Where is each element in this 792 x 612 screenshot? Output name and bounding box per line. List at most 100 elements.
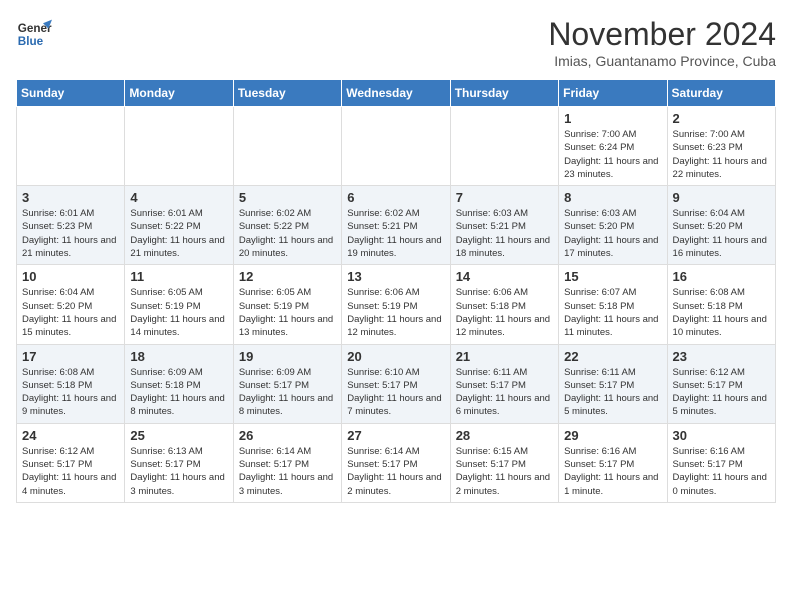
day-number: 5 [239, 190, 336, 205]
day-info: Sunrise: 7:00 AM Sunset: 6:24 PM Dayligh… [564, 128, 661, 181]
day-number: 13 [347, 269, 444, 284]
day-number: 2 [673, 111, 770, 126]
calendar-cell: 22Sunrise: 6:11 AM Sunset: 5:17 PM Dayli… [559, 344, 667, 423]
calendar-table: SundayMondayTuesdayWednesdayThursdayFrid… [16, 79, 776, 503]
day-info: Sunrise: 6:08 AM Sunset: 5:18 PM Dayligh… [22, 366, 119, 419]
day-info: Sunrise: 6:14 AM Sunset: 5:17 PM Dayligh… [347, 445, 444, 498]
day-info: Sunrise: 6:01 AM Sunset: 5:23 PM Dayligh… [22, 207, 119, 260]
day-info: Sunrise: 6:11 AM Sunset: 5:17 PM Dayligh… [456, 366, 553, 419]
day-number: 7 [456, 190, 553, 205]
calendar-cell: 25 Sunrise: 6:13 AM Sunset: 5:17 PM Dayli… [125, 423, 233, 502]
calendar-cell: 1 Sunrise: 7:00 AM Sunset: 6:24 PM Daylig… [559, 107, 667, 186]
weekday-header-sunday: Sunday [17, 80, 125, 107]
day-number: 1 [564, 111, 661, 126]
title-block: November 2024 Imias, Guantanamo Province… [548, 16, 776, 69]
day-number: 17 [22, 349, 119, 364]
calendar-cell: 23Sunrise: 6:12 AM Sunset: 5:17 PM Dayli… [667, 344, 775, 423]
day-number: 16 [673, 269, 770, 284]
day-info: Sunrise: 6:05 AM Sunset: 5:19 PM Dayligh… [130, 286, 227, 339]
calendar-week-row: 3 Sunrise: 6:01 AM Sunset: 5:23 PM Daylig… [17, 186, 776, 265]
day-number: 11 [130, 269, 227, 284]
day-number: 18 [130, 349, 227, 364]
day-info: Sunrise: 6:03 AM Sunset: 5:20 PM Dayligh… [564, 207, 661, 260]
day-info: Sunrise: 6:09 AM Sunset: 5:17 PM Dayligh… [239, 366, 336, 419]
day-info: Sunrise: 6:02 AM Sunset: 5:22 PM Dayligh… [239, 207, 336, 260]
day-number: 28 [456, 428, 553, 443]
calendar-cell: 26 Sunrise: 6:14 AM Sunset: 5:17 PM Dayli… [233, 423, 341, 502]
calendar-cell: 30 Sunrise: 6:16 AM Sunset: 5:17 PM Dayli… [667, 423, 775, 502]
day-info: Sunrise: 6:01 AM Sunset: 5:22 PM Dayligh… [130, 207, 227, 260]
day-info: Sunrise: 6:05 AM Sunset: 5:19 PM Dayligh… [239, 286, 336, 339]
day-number: 29 [564, 428, 661, 443]
day-info: Sunrise: 6:16 AM Sunset: 5:17 PM Dayligh… [673, 445, 770, 498]
day-number: 10 [22, 269, 119, 284]
day-info: Sunrise: 6:09 AM Sunset: 5:18 PM Dayligh… [130, 366, 227, 419]
calendar-cell: 13 Sunrise: 6:06 AM Sunset: 5:19 PM Dayli… [342, 265, 450, 344]
day-info: Sunrise: 6:10 AM Sunset: 5:17 PM Dayligh… [347, 366, 444, 419]
day-number: 26 [239, 428, 336, 443]
calendar-cell: 16 Sunrise: 6:08 AM Sunset: 5:18 PM Dayli… [667, 265, 775, 344]
calendar-cell: 2 Sunrise: 7:00 AM Sunset: 6:23 PM Daylig… [667, 107, 775, 186]
day-number: 30 [673, 428, 770, 443]
weekday-header-thursday: Thursday [450, 80, 558, 107]
calendar-cell: 18 Sunrise: 6:09 AM Sunset: 5:18 PM Dayli… [125, 344, 233, 423]
calendar-cell: 11 Sunrise: 6:05 AM Sunset: 5:19 PM Dayli… [125, 265, 233, 344]
calendar-cell: 12 Sunrise: 6:05 AM Sunset: 5:19 PM Dayli… [233, 265, 341, 344]
day-number: 9 [673, 190, 770, 205]
day-number: 6 [347, 190, 444, 205]
weekday-header-monday: Monday [125, 80, 233, 107]
calendar-week-row: 1 Sunrise: 7:00 AM Sunset: 6:24 PM Daylig… [17, 107, 776, 186]
location-subtitle: Imias, Guantanamo Province, Cuba [548, 53, 776, 69]
day-info: Sunrise: 6:08 AM Sunset: 5:18 PM Dayligh… [673, 286, 770, 339]
day-number: 24 [22, 428, 119, 443]
month-title: November 2024 [548, 16, 776, 53]
day-info: Sunrise: 6:15 AM Sunset: 5:17 PM Dayligh… [456, 445, 553, 498]
weekday-header-friday: Friday [559, 80, 667, 107]
day-number: 3 [22, 190, 119, 205]
day-number: 8 [564, 190, 661, 205]
day-number: 25 [130, 428, 227, 443]
logo: General Blue [16, 16, 52, 52]
day-number: 27 [347, 428, 444, 443]
day-info: Sunrise: 6:14 AM Sunset: 5:17 PM Dayligh… [239, 445, 336, 498]
weekday-header-tuesday: Tuesday [233, 80, 341, 107]
day-info: Sunrise: 6:02 AM Sunset: 5:21 PM Dayligh… [347, 207, 444, 260]
calendar-week-row: 10 Sunrise: 6:04 AM Sunset: 5:20 PM Dayli… [17, 265, 776, 344]
day-info: Sunrise: 6:04 AM Sunset: 5:20 PM Dayligh… [673, 207, 770, 260]
calendar-cell: 14 Sunrise: 6:06 AM Sunset: 5:18 PM Dayli… [450, 265, 558, 344]
day-info: Sunrise: 6:03 AM Sunset: 5:21 PM Dayligh… [456, 207, 553, 260]
day-info: Sunrise: 6:04 AM Sunset: 5:20 PM Dayligh… [22, 286, 119, 339]
svg-text:Blue: Blue [18, 35, 44, 48]
day-info: Sunrise: 7:00 AM Sunset: 6:23 PM Dayligh… [673, 128, 770, 181]
weekday-header-row: SundayMondayTuesdayWednesdayThursdayFrid… [17, 80, 776, 107]
calendar-cell: 10 Sunrise: 6:04 AM Sunset: 5:20 PM Dayli… [17, 265, 125, 344]
logo-icon: General Blue [16, 16, 52, 52]
day-info: Sunrise: 6:11 AM Sunset: 5:17 PM Dayligh… [564, 366, 661, 419]
day-number: 12 [239, 269, 336, 284]
day-number: 15 [564, 269, 661, 284]
day-number: 21 [456, 349, 553, 364]
day-number: 14 [456, 269, 553, 284]
day-number: 19 [239, 349, 336, 364]
day-info: Sunrise: 6:06 AM Sunset: 5:19 PM Dayligh… [347, 286, 444, 339]
calendar-week-row: 24 Sunrise: 6:12 AM Sunset: 5:17 PM Dayli… [17, 423, 776, 502]
day-info: Sunrise: 6:13 AM Sunset: 5:17 PM Dayligh… [130, 445, 227, 498]
calendar-cell: 21 Sunrise: 6:11 AM Sunset: 5:17 PM Dayli… [450, 344, 558, 423]
calendar-cell [17, 107, 125, 186]
calendar-cell: 20Sunrise: 6:10 AM Sunset: 5:17 PM Dayli… [342, 344, 450, 423]
calendar-cell: 24 Sunrise: 6:12 AM Sunset: 5:17 PM Dayli… [17, 423, 125, 502]
calendar-cell: 27 Sunrise: 6:14 AM Sunset: 5:17 PM Dayli… [342, 423, 450, 502]
calendar-cell: 5 Sunrise: 6:02 AM Sunset: 5:22 PM Daylig… [233, 186, 341, 265]
day-info: Sunrise: 6:12 AM Sunset: 5:17 PM Dayligh… [22, 445, 119, 498]
calendar-cell: 17 Sunrise: 6:08 AM Sunset: 5:18 PM Dayli… [17, 344, 125, 423]
calendar-cell: 9 Sunrise: 6:04 AM Sunset: 5:20 PM Daylig… [667, 186, 775, 265]
calendar-cell: 8 Sunrise: 6:03 AM Sunset: 5:20 PM Daylig… [559, 186, 667, 265]
day-info: Sunrise: 6:16 AM Sunset: 5:17 PM Dayligh… [564, 445, 661, 498]
calendar-week-row: 17 Sunrise: 6:08 AM Sunset: 5:18 PM Dayli… [17, 344, 776, 423]
day-info: Sunrise: 6:12 AM Sunset: 5:17 PM Dayligh… [673, 366, 770, 419]
day-info: Sunrise: 6:07 AM Sunset: 5:18 PM Dayligh… [564, 286, 661, 339]
weekday-header-saturday: Saturday [667, 80, 775, 107]
calendar-cell [450, 107, 558, 186]
day-info: Sunrise: 6:06 AM Sunset: 5:18 PM Dayligh… [456, 286, 553, 339]
day-number: 4 [130, 190, 227, 205]
